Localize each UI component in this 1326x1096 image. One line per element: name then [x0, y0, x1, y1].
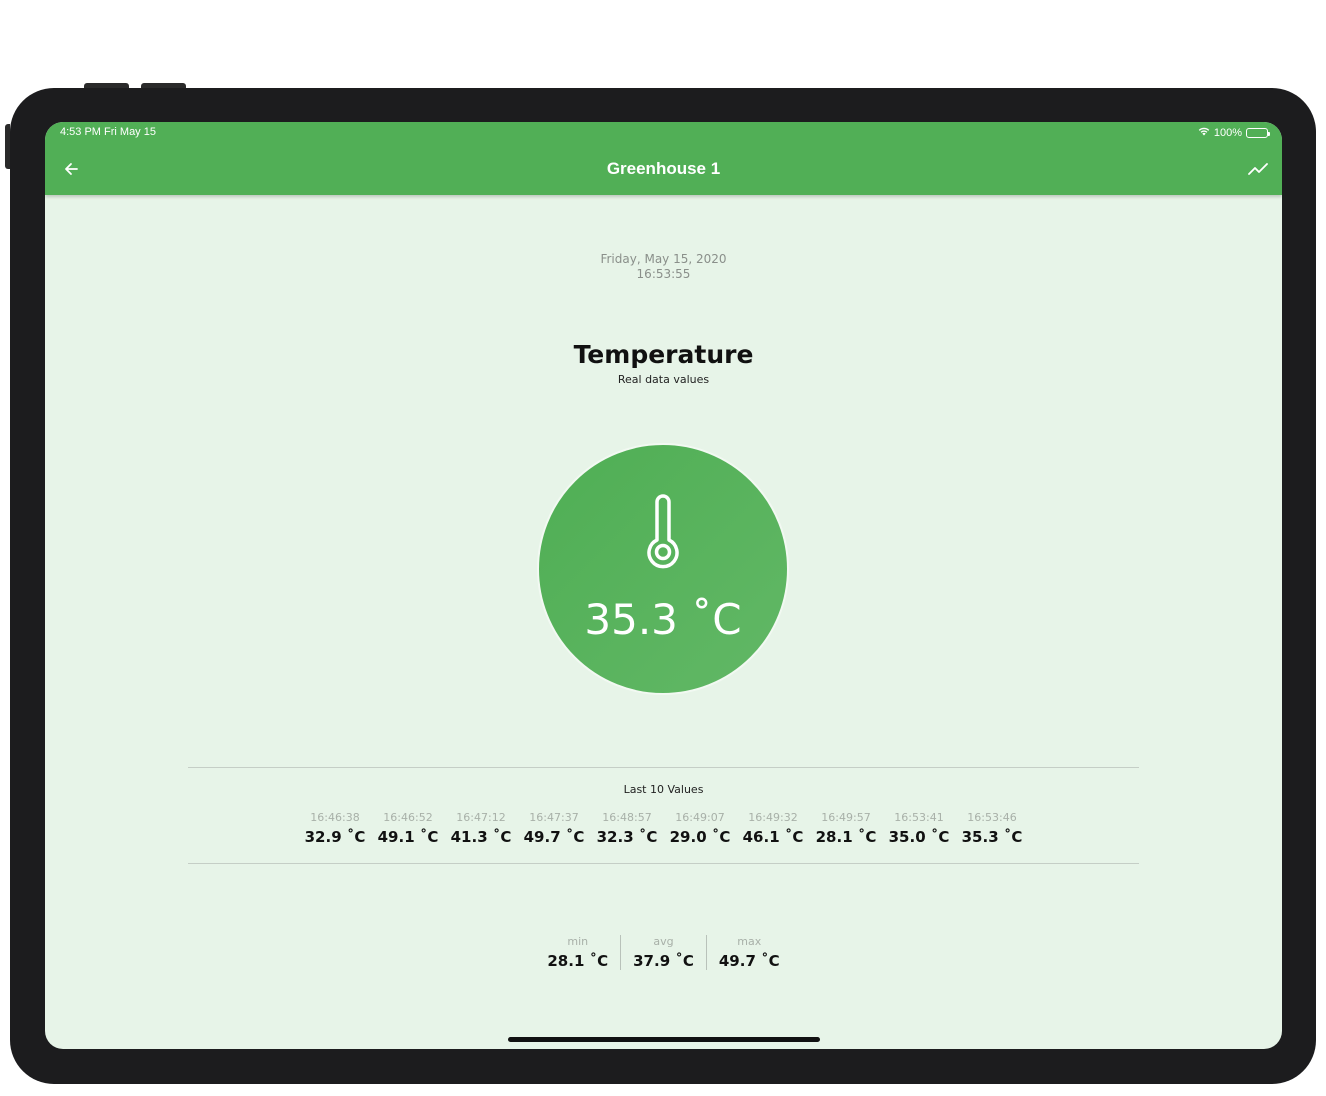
- stat-avg-value: 37.9 ˚C: [633, 952, 694, 970]
- history-item: 16:48:57 32.3 ˚C: [594, 811, 661, 846]
- history-time: 16:47:12: [456, 811, 506, 824]
- thermometer-icon: [647, 494, 679, 569]
- page-title: Greenhouse 1: [606, 159, 721, 178]
- history-value: 49.7 ˚C: [523, 828, 585, 846]
- home-indicator[interactable]: [508, 1037, 820, 1042]
- history-title: Last 10 Values: [623, 783, 704, 796]
- reading-date: Friday, May 15, 2020: [600, 252, 727, 266]
- history-time: 16:46:38: [310, 811, 360, 824]
- history-item: 16:46:38 32.9 ˚C: [302, 811, 369, 846]
- history-time: 16:48:57: [602, 811, 652, 824]
- stat-avg-label: avg: [653, 935, 674, 948]
- battery-label: 100%: [1213, 126, 1242, 139]
- stat-max-value: 49.7 ˚C: [718, 952, 780, 970]
- screen: 4:53 PM Fri May 15 100% Greenhouse 1 Fri…: [45, 122, 1282, 1049]
- history-value: 46.1 ˚C: [742, 828, 804, 846]
- battery-icon: [1246, 127, 1270, 138]
- wifi-icon: [1198, 126, 1210, 139]
- reading-time: 16:53:55: [636, 267, 691, 281]
- stats-summary: min 28.1 ˚C avg 37.9 ˚C max 49.7 ˚C: [45, 935, 1282, 970]
- history-time: 16:53:41: [894, 811, 944, 824]
- sensor-subtitle: Real data values: [617, 373, 710, 386]
- history-time: 16:49:32: [748, 811, 798, 824]
- chart-button[interactable]: [1246, 157, 1270, 181]
- history-value: 35.3 ˚C: [961, 828, 1023, 846]
- history-item: 16:53:41 35.0 ˚C: [886, 811, 953, 846]
- current-value-gauge: 35.3 ˚C: [537, 443, 789, 695]
- history-value: 28.1 ˚C: [815, 828, 877, 846]
- history-item: 16:53:46 35.3 ˚C: [959, 811, 1026, 846]
- status-indicators: 100%: [1198, 126, 1270, 139]
- history-value: 35.0 ˚C: [888, 828, 950, 846]
- history-item: 16:49:32 46.1 ˚C: [740, 811, 807, 846]
- reading-timestamp: Friday, May 15, 2020 16:53:55: [45, 252, 1282, 282]
- history-time: 16:46:52: [383, 811, 433, 824]
- sensor-title: Temperature: [573, 340, 754, 369]
- history-time: 16:49:57: [821, 811, 871, 824]
- status-time: 4:53 PM Fri May 15: [60, 126, 156, 138]
- history-list: 16:46:38 32.9 ˚C 16:46:52 49.1 ˚C 16:47:…: [45, 811, 1282, 846]
- history-time: 16:49:07: [675, 811, 725, 824]
- stat-max-label: max: [737, 935, 762, 948]
- history-item: 16:49:57 28.1 ˚C: [813, 811, 880, 846]
- stat-max: max 49.7 ˚C: [705, 935, 792, 970]
- history-value: 49.1 ˚C: [377, 828, 439, 846]
- history-value: 32.9 ˚C: [304, 828, 366, 846]
- stat-min-value: 28.1 ˚C: [547, 952, 609, 970]
- history-time: 16:53:46: [967, 811, 1017, 824]
- history-time: 16:47:37: [529, 811, 579, 824]
- history-item: 16:46:52 49.1 ˚C: [375, 811, 442, 846]
- history-value: 41.3 ˚C: [450, 828, 512, 846]
- stat-min: min 28.1 ˚C: [535, 935, 620, 970]
- history-item: 16:47:12 41.3 ˚C: [448, 811, 515, 846]
- history-item: 16:49:07 29.0 ˚C: [667, 811, 734, 846]
- stat-min-label: min: [567, 935, 589, 948]
- current-temperature: 35.3 ˚C: [584, 595, 742, 644]
- history-value: 32.3 ˚C: [596, 828, 658, 846]
- history-item: 16:47:37 49.7 ˚C: [521, 811, 588, 846]
- divider-top: [188, 767, 1139, 768]
- app-bar: 4:53 PM Fri May 15 100% Greenhouse 1: [45, 122, 1282, 195]
- divider-bottom: [188, 863, 1139, 864]
- trending-up-icon: [1248, 163, 1268, 175]
- stat-avg: avg 37.9 ˚C: [620, 935, 706, 970]
- history-value: 29.0 ˚C: [669, 828, 731, 846]
